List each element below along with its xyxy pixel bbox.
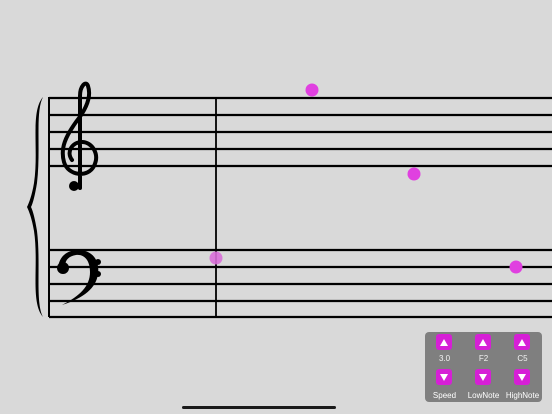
arrow-up-icon xyxy=(440,338,448,346)
home-indicator[interactable] xyxy=(182,406,336,409)
lownote-down-button[interactable] xyxy=(475,369,491,385)
highnote-control: C5 HighNote xyxy=(503,332,542,402)
highnote-up-button[interactable] xyxy=(514,334,530,350)
treble-clef-icon xyxy=(60,81,99,191)
note-dot xyxy=(305,83,319,97)
speed-value: 3.0 xyxy=(438,354,451,363)
speed-up-button[interactable] xyxy=(436,334,452,350)
highnote-down-button[interactable] xyxy=(514,369,530,385)
lownote-control: F2 LowNote xyxy=(464,332,503,402)
highnote-value: C5 xyxy=(517,354,528,363)
note-dot xyxy=(209,251,223,265)
speed-down-button[interactable] xyxy=(436,369,452,385)
note-dot xyxy=(509,260,523,274)
bass-clef-icon xyxy=(57,250,101,305)
note-dot xyxy=(407,167,421,181)
arrow-up-icon xyxy=(479,338,487,346)
arrow-up-icon xyxy=(518,338,526,346)
grand-staff-brace xyxy=(27,97,43,317)
highnote-label: HighNote xyxy=(505,391,540,400)
control-panel: 3.0 Speed F2 LowNote C5 HighNote xyxy=(425,332,542,402)
arrow-down-icon xyxy=(440,373,448,381)
arrow-down-icon xyxy=(479,373,487,381)
speed-control: 3.0 Speed xyxy=(425,332,464,402)
arrow-down-icon xyxy=(518,373,526,381)
bass-staff xyxy=(49,248,552,319)
lownote-value: F2 xyxy=(478,354,489,363)
lownote-up-button[interactable] xyxy=(475,334,491,350)
treble-staff xyxy=(49,96,552,168)
